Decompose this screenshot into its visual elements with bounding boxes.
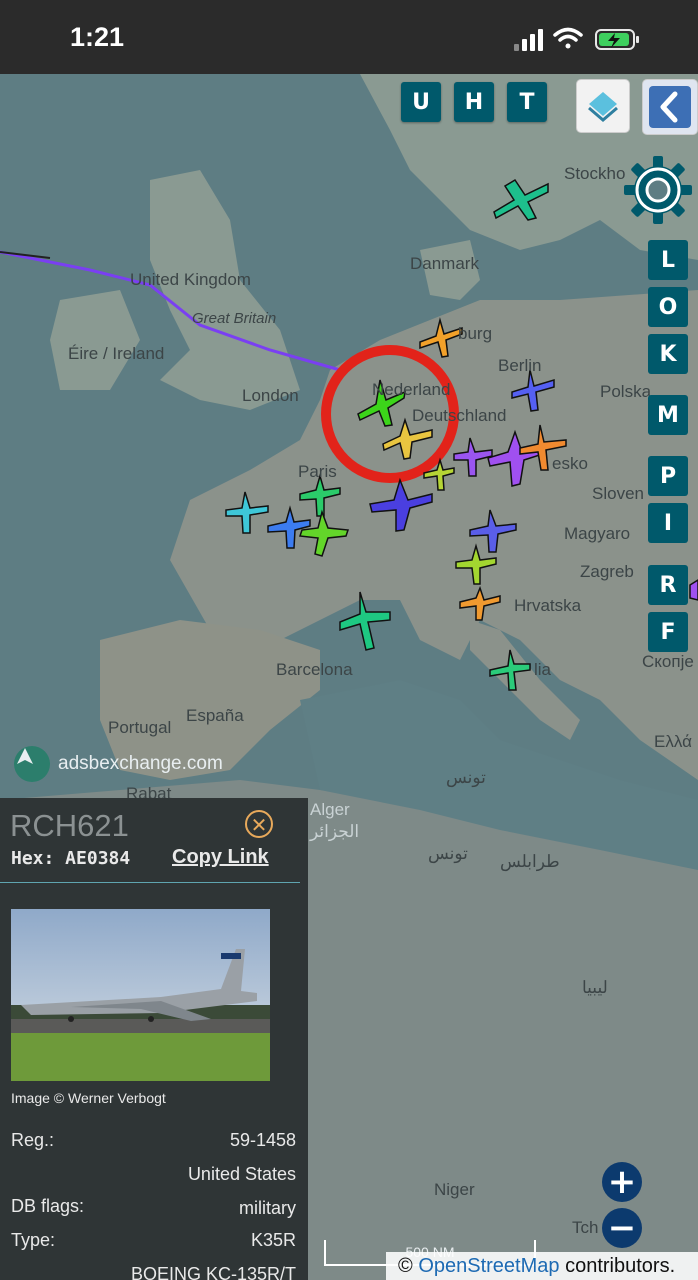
db-flags-label: DB flags: — [11, 1196, 85, 1216]
toggle-l-button[interactable]: L — [648, 240, 688, 280]
map-label-alger-ar: الجزائر — [310, 822, 360, 841]
toggle-t-button[interactable]: T — [507, 82, 547, 122]
map-label-portugal: Portugal — [108, 718, 172, 737]
chevron-left-icon — [649, 86, 691, 128]
battery-icon — [595, 29, 639, 50]
map-label-london: London — [242, 386, 299, 405]
map-label-danmark: Danmark — [410, 254, 479, 273]
status-icons — [504, 24, 664, 54]
map-label-nederland: Nederland — [372, 380, 451, 399]
zoom-in-button[interactable]: + — [602, 1162, 642, 1202]
signal-icon — [514, 29, 543, 51]
toggle-r-button[interactable]: R — [648, 565, 688, 605]
photo-credit: Image © Werner Verbogt — [11, 1090, 166, 1106]
attribution-suffix: contributors. — [565, 1255, 676, 1277]
map-label-tunis2: تونس — [428, 844, 468, 863]
map-attribution: © OpenStreetMap contributors. — [386, 1252, 698, 1280]
type-description-value: BOEING KC-135R/T — [130, 1264, 296, 1280]
collapse-sidebar-button[interactable] — [642, 79, 698, 135]
copy-link-button[interactable]: Copy Link — [172, 846, 269, 869]
map-label-magyarorszag: Magyaro — [564, 524, 631, 543]
status-time: 1:21 — [70, 22, 125, 52]
aircraft-info-panel: RCH621 ✕ Hex: AE0384 Copy Link Image © W… — [0, 798, 308, 1280]
attribution-prefix: © — [398, 1255, 413, 1277]
map-label-deutschland: Deutschland — [412, 406, 507, 425]
toggle-i-button[interactable]: I — [648, 503, 688, 543]
openstreetmap-link[interactable]: OpenStreetMap — [418, 1255, 559, 1277]
map-label-ellada: Ελλά — [654, 732, 692, 751]
map-label-hamburg: burg — [458, 324, 493, 343]
map-label-gb: Great Britain — [192, 310, 277, 327]
map-label-skopje: Скопје — [642, 652, 694, 671]
adsbexchange-watermark: adsbexchange.com — [14, 746, 223, 782]
toggle-p-button[interactable]: P — [648, 456, 688, 496]
callsign: RCH621 — [10, 808, 129, 843]
settings-button[interactable] — [622, 154, 694, 226]
map-label-alger: Alger — [310, 800, 350, 819]
toggle-o-button[interactable]: O — [648, 287, 688, 327]
map-label-stockholm: Stockho — [564, 164, 626, 183]
map-label-niger: Niger — [434, 1180, 475, 1199]
layers-icon — [588, 92, 618, 122]
gear-icon — [624, 156, 692, 224]
layers-button[interactable] — [576, 79, 630, 133]
toggle-k-button[interactable]: K — [648, 334, 688, 374]
toggle-h-button[interactable]: H — [454, 82, 494, 122]
map-label-slovensko: Sloven — [592, 484, 644, 503]
zoom-out-button[interactable]: − — [602, 1208, 642, 1248]
map-label-uk: United Kingdom — [130, 270, 251, 289]
toggle-m-button[interactable]: M — [648, 395, 688, 435]
map-label-hrvatska: Hrvatska — [514, 596, 582, 615]
map-label-paris: Paris — [298, 462, 337, 481]
map-label-tripoli: طرابلس — [500, 852, 560, 871]
map-label-tunis: تونس — [446, 768, 486, 787]
db-flags-value: military — [239, 1198, 296, 1218]
map-label-espana: España — [186, 706, 244, 725]
map-label-zagreb: Zagreb — [580, 562, 634, 581]
status-bar: 1:21 — [0, 0, 698, 74]
aircraft-photo[interactable] — [11, 909, 270, 1081]
panel-divider — [0, 882, 300, 883]
toggle-u-button[interactable]: U — [401, 82, 441, 122]
map-label-barcelona: Barcelona — [276, 660, 353, 679]
map-label-tchad: Tch — [572, 1218, 599, 1237]
country-value: United States — [187, 1164, 296, 1184]
type-value: K35R — [250, 1230, 296, 1250]
reg-value: 59-1458 — [229, 1130, 296, 1150]
hex-code: Hex: AE0384 — [11, 848, 131, 869]
watermark-text: adsbexchange.com — [58, 753, 223, 774]
map-label-cesko: esko — [552, 454, 588, 473]
reg-label: Reg.: — [11, 1130, 55, 1150]
close-icon[interactable]: ✕ — [245, 810, 273, 838]
wifi-icon — [553, 27, 583, 49]
adsbexchange-logo-icon — [14, 746, 50, 782]
map-label-libya: ليبيا — [582, 978, 608, 997]
toggle-f-button[interactable]: F — [648, 612, 688, 652]
type-label: Type: — [11, 1230, 56, 1250]
map-label-polska: Polska — [600, 382, 652, 401]
map-label-berlin: Berlin — [498, 356, 542, 375]
map-label-italia: lia — [534, 660, 552, 679]
map-label-ireland: Éire / Ireland — [68, 344, 165, 363]
